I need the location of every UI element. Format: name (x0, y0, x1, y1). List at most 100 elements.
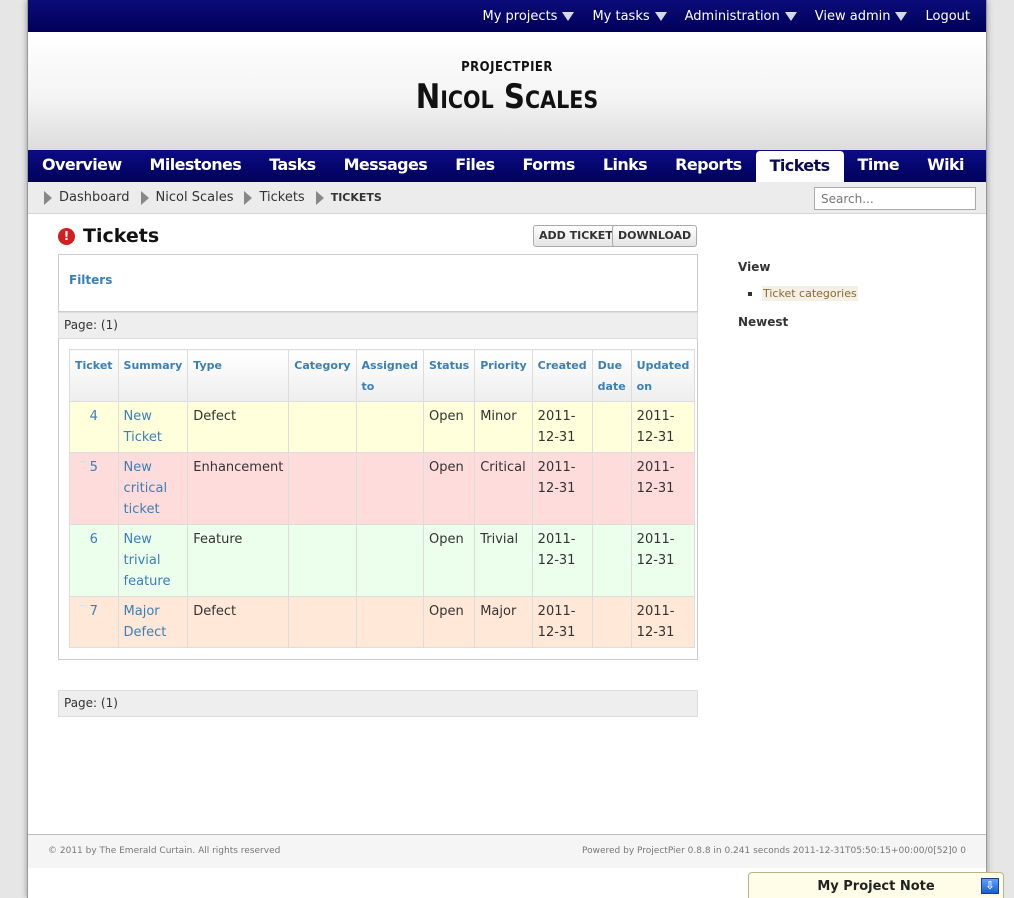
download-button[interactable]: DOWNLOAD (612, 225, 698, 247)
column-header[interactable]: Type (187, 349, 290, 402)
breadcrumb-label: Nicol Scales (155, 190, 234, 205)
ticket-updated-cell: 2011- 12-31 (630, 524, 696, 597)
ticket-category-cell (288, 452, 357, 525)
breadcrumb-item[interactable]: Dashboard (44, 190, 130, 205)
ticket-type-cell: Defect (187, 401, 290, 453)
ticket-summary-link[interactable]: Major Defect (117, 596, 189, 648)
ticket-summary-link[interactable]: New trivial feature (117, 524, 189, 597)
ticket-summary-link[interactable]: New critical ticket (117, 452, 189, 525)
table-row: 6 New trivial feature Feature Open Trivial 20… (69, 524, 696, 597)
column-header[interactable]: Assigned to (355, 349, 424, 402)
user-menu-label: View admin (814, 8, 891, 24)
triangle-down-icon (654, 11, 667, 21)
user-menu-my-tasks[interactable]: My tasks (592, 9, 667, 24)
table-row: 4 New Ticket Defect Open Minor 2011- 12-31 2011… (69, 401, 696, 453)
user-menu-my-projects[interactable]: My projects (483, 9, 575, 24)
ticket-priority-cell: Critical (474, 452, 533, 525)
column-header[interactable]: Category (288, 349, 357, 402)
ticket-created-cell: 2011- 12-31 (531, 524, 593, 597)
column-header[interactable]: Status (422, 349, 476, 402)
ticket-priority-cell: Major (474, 596, 533, 648)
breadcrumb-item[interactable]: Tickets (244, 190, 305, 205)
column-header[interactable]: Due date (591, 349, 632, 402)
ticket-created-cell: 2011- 12-31 (531, 596, 593, 648)
ticket-due-cell (591, 524, 632, 597)
page-container: My projects My tasks Administration View ad… (27, 0, 987, 898)
breadcrumb-item: TICKETS (315, 190, 382, 205)
ticket-priority-cell: Minor (474, 401, 533, 453)
ticket-due-cell (591, 596, 632, 648)
table-row: 5 New critical ticket Enhancement Open Criti… (69, 452, 696, 525)
tab-forms[interactable]: Forms (509, 150, 589, 182)
breadcrumb-label: Tickets (259, 190, 305, 205)
breadcrumb: Dashboard Nicol Scales Tickets TICKETS (28, 182, 986, 214)
copyright: © 2011 by The Emerald Curtain. All right… (48, 846, 281, 856)
user-menu-view-admin[interactable]: View admin (815, 9, 908, 24)
ticket-priority-cell: Trivial (474, 524, 533, 597)
pagination-bottom: Page: (1) (58, 690, 698, 717)
tab-reports[interactable]: Reports (661, 150, 755, 182)
arrow-down-icon[interactable]: ⇩ (981, 878, 999, 894)
sidebar-link-label: Ticket categories (762, 286, 858, 301)
search-input[interactable] (814, 187, 976, 210)
table-header: Ticket Summary Type Category Assigned to Stat… (69, 349, 696, 402)
breadcrumb-label: TICKETS (330, 191, 382, 204)
ticket-id-link[interactable]: 4 (69, 401, 119, 453)
user-menu-administration[interactable]: Administration (685, 9, 797, 24)
ticket-id-link[interactable]: 5 (69, 452, 119, 525)
project-name[interactable]: Nicol Scales (95, 77, 919, 117)
ticket-status-cell: Open (422, 401, 476, 453)
column-header[interactable]: Updated on (630, 349, 696, 402)
ticket-status-cell: Open (422, 524, 476, 597)
alert-icon: ! (58, 227, 75, 245)
tab-tickets[interactable]: Tickets (755, 151, 844, 182)
user-menu-logout[interactable]: Logout (925, 9, 970, 24)
column-header[interactable]: Summary (117, 349, 189, 402)
tab-overview[interactable]: Overview (28, 150, 136, 182)
tab-milestones[interactable]: Milestones (136, 150, 256, 182)
ticket-summary-link[interactable]: New Ticket (117, 401, 189, 453)
tickets-table: Ticket Summary Type Category Assigned to Stat… (69, 349, 696, 648)
ticket-assigned-cell (355, 524, 424, 597)
header: PROJECTPIER Nicol Scales (28, 32, 986, 150)
newest-heading: Newest (738, 315, 789, 329)
ticket-assigned-cell (355, 401, 424, 453)
breadcrumb-item[interactable]: Nicol Scales (140, 190, 234, 205)
tab-time[interactable]: Time (844, 150, 914, 182)
ticket-id-link[interactable]: 6 (69, 524, 119, 597)
sidebar: View Ticket categories Newest (738, 260, 958, 341)
table-container: Ticket Summary Type Category Assigned to Stat… (58, 339, 698, 660)
column-header[interactable]: Priority (474, 349, 533, 402)
tab-messages[interactable]: Messages (330, 150, 442, 182)
tab-tasks[interactable]: Tasks (255, 150, 329, 182)
table-row: 7 Major Defect Defect Open Major 2011- 12-31 20… (69, 596, 696, 648)
arrow-right-icon (44, 190, 52, 205)
ticket-id-link[interactable]: 7 (69, 596, 119, 648)
ticket-category-cell (288, 524, 357, 597)
main-content: ! Tickets ADD TICKET DOWNLOAD Filters Pa… (58, 222, 698, 717)
view-heading: View (738, 260, 771, 274)
ticket-status-cell: Open (422, 452, 476, 525)
breadcrumb-label: Dashboard (59, 190, 130, 205)
ticket-due-cell (591, 452, 632, 525)
column-header[interactable]: Created (531, 349, 593, 402)
tab-links[interactable]: Links (589, 150, 661, 182)
filters-link[interactable]: Filters (69, 273, 112, 287)
ticket-type-cell: Defect (187, 596, 290, 648)
ticket-updated-cell: 2011- 12-31 (630, 452, 696, 525)
column-header[interactable]: Ticket (69, 349, 119, 402)
tab-files[interactable]: Files (441, 150, 508, 182)
tab-wiki[interactable]: Wiki (913, 150, 978, 182)
triangle-down-icon (784, 11, 797, 21)
arrow-right-icon (315, 190, 324, 205)
sidebar-link[interactable]: Ticket categories (748, 286, 958, 301)
project-note-panel[interactable]: My Project Note ⇩ (748, 872, 1004, 898)
add-ticket-button[interactable]: ADD TICKET (533, 225, 619, 247)
ticket-created-cell: 2011- 12-31 (531, 401, 593, 453)
ticket-status-cell: Open (422, 596, 476, 648)
arrow-right-icon (140, 190, 149, 205)
view-list: Ticket categories (748, 286, 958, 301)
project-note-title: My Project Note (817, 879, 935, 894)
filters-panel: Filters (58, 254, 698, 312)
ticket-type-cell: Feature (187, 524, 290, 597)
